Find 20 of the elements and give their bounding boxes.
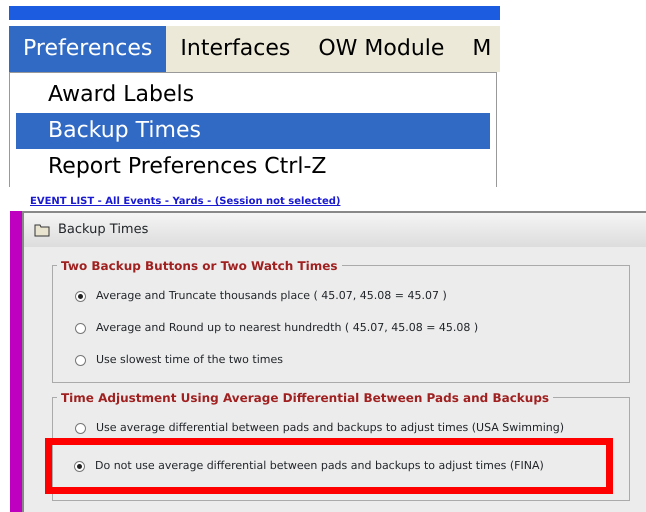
menu-item[interactable]: Award Labels xyxy=(16,77,490,113)
menu-item[interactable]: M xyxy=(458,26,500,72)
radio-button[interactable] xyxy=(75,422,86,434)
radio-button[interactable] xyxy=(75,290,86,302)
option-label: Average and Round up to nearest hundredth ( 45.07, 45.08 = 45.08 ) xyxy=(96,320,478,336)
folder-icon xyxy=(34,223,50,237)
radio-button[interactable] xyxy=(75,322,86,334)
menu-item[interactable]: Backup Times xyxy=(16,113,490,149)
menu-item[interactable]: Report Preferences Ctrl-Z xyxy=(16,149,490,185)
menu-item[interactable]: Interfaces xyxy=(166,26,304,72)
option-label: Average and Truncate thousands place ( 45.07, 45.08 = 45.07 ) xyxy=(96,288,447,304)
radio-button[interactable] xyxy=(74,460,85,472)
dialog-title: Backup Times xyxy=(58,221,148,240)
event-list-link[interactable]: EVENT LIST - All Events - Yards - (Session not selected) xyxy=(30,196,340,208)
option-label: Use slowest time of the two times xyxy=(96,352,283,368)
option-label: Use average differential between pads and backups to adjust times (USA Swimming) xyxy=(96,420,564,436)
menu-item[interactable]: OW Module xyxy=(304,26,458,72)
radio-button[interactable] xyxy=(75,354,86,366)
menu-item[interactable]: Preferences xyxy=(9,26,166,72)
option-label: Do not use average differential between pads and backups to adjust times (FINA) xyxy=(95,458,544,474)
